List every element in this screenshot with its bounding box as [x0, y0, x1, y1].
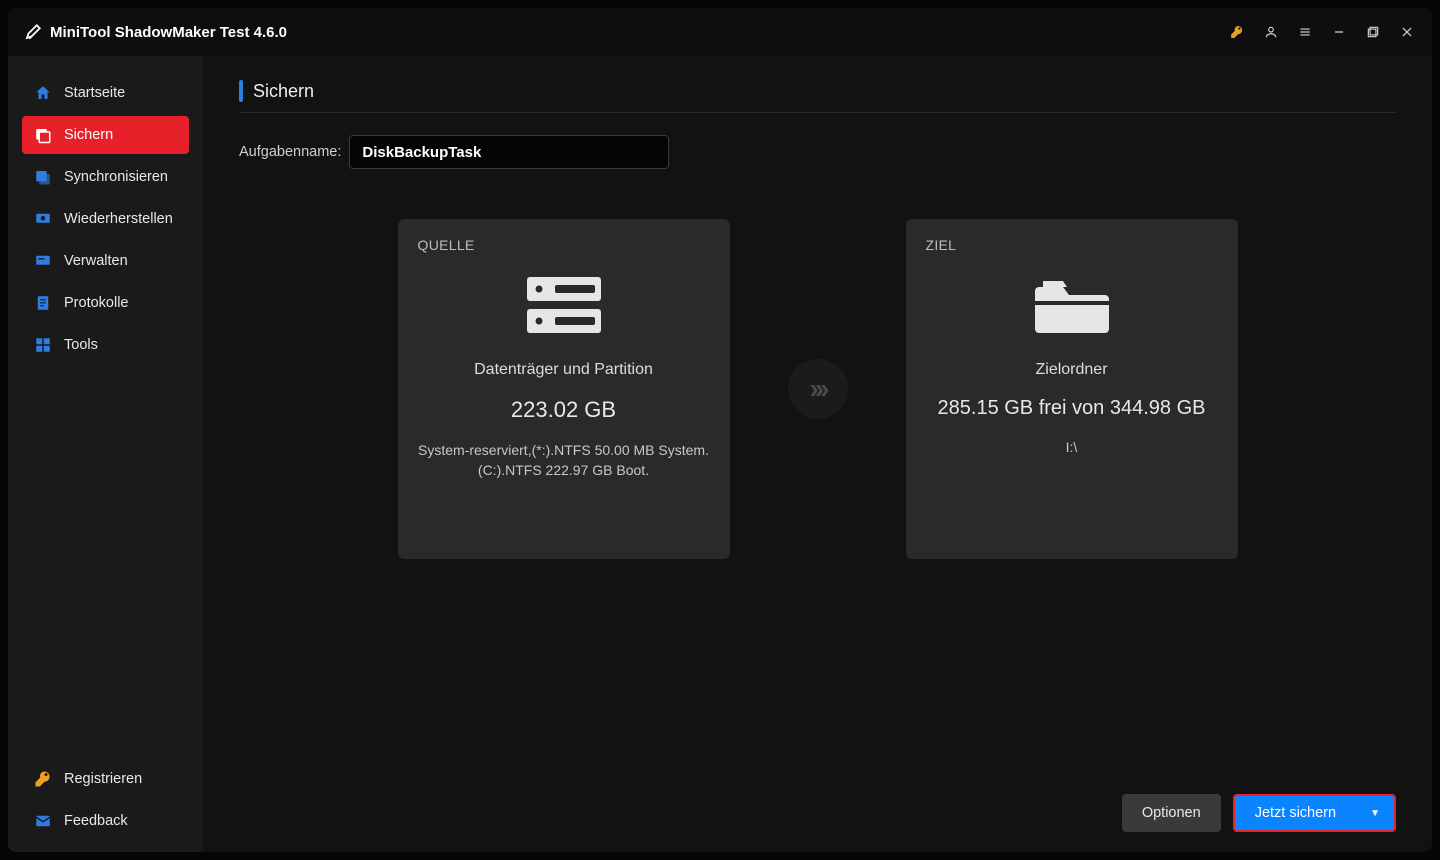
license-key-button[interactable] [1220, 15, 1254, 49]
dropdown-caret-icon: ▼ [1370, 808, 1380, 819]
destination-heading: Zielordner [1035, 361, 1107, 379]
sidebar-item-label: Protokolle [64, 295, 128, 311]
sidebar-register-label: Registrieren [64, 771, 142, 787]
taskname-input[interactable] [349, 135, 669, 169]
disk-icon [521, 271, 607, 341]
options-button[interactable]: Optionen [1122, 794, 1221, 832]
app-logo-icon [24, 23, 42, 41]
tools-icon [34, 336, 52, 354]
sidebar-item-label: Verwalten [64, 253, 128, 269]
logs-icon [34, 294, 52, 312]
source-size: 223.02 GB [511, 397, 616, 423]
folder-icon [1029, 271, 1115, 341]
sidebar-item-label: Synchronisieren [64, 169, 168, 185]
source-detail: System-reserviert,(*:).NTFS 50.00 MB Sys… [418, 441, 710, 480]
backup-now-label: Jetzt sichern [1255, 805, 1336, 821]
sidebar-feedback-label: Feedback [64, 813, 128, 829]
sidebar-item-restore[interactable]: Wiederherstellen [22, 200, 189, 238]
source-card[interactable]: QUELLE Datenträger und Partition 223.02 … [398, 219, 730, 559]
main-content: Sichern Aufgabenname: QUELLE [203, 56, 1432, 852]
sidebar-feedback[interactable]: Feedback [22, 802, 189, 840]
mail-icon [34, 812, 52, 830]
source-card-label: QUELLE [418, 237, 475, 253]
sidebar-item-label: Wiederherstellen [64, 211, 173, 227]
destination-card-label: ZIEL [926, 237, 957, 253]
taskname-label: Aufgabenname: [239, 144, 341, 160]
sidebar-item-logs[interactable]: Protokolle [22, 284, 189, 322]
backup-icon [34, 126, 52, 144]
key-icon [34, 770, 52, 788]
destination-path: I:\ [1066, 438, 1078, 458]
sidebar-item-backup[interactable]: Sichern [22, 116, 189, 154]
destination-card[interactable]: ZIEL Zielordner 285.15 GB frei von 344.9… [906, 219, 1238, 559]
app-title: MiniTool ShadowMaker Test 4.6.0 [50, 24, 287, 41]
sidebar-item-home[interactable]: Startseite [22, 74, 189, 112]
sidebar-item-sync[interactable]: Synchronisieren [22, 158, 189, 196]
options-button-label: Optionen [1142, 805, 1201, 821]
home-icon [34, 84, 52, 102]
restore-icon [34, 210, 52, 228]
sync-icon [34, 168, 52, 186]
sidebar-item-label: Startseite [64, 85, 125, 101]
close-button[interactable] [1390, 15, 1424, 49]
page-title: Sichern [253, 81, 314, 102]
destination-free: 285.15 GB frei von 344.98 GB [938, 397, 1206, 420]
manage-icon [34, 252, 52, 270]
menu-button[interactable] [1288, 15, 1322, 49]
sidebar-register[interactable]: Registrieren [22, 760, 189, 798]
account-button[interactable] [1254, 15, 1288, 49]
minimize-button[interactable] [1322, 15, 1356, 49]
sidebar-item-label: Sichern [64, 127, 113, 143]
titlebar: MiniTool ShadowMaker Test 4.6.0 [8, 8, 1432, 56]
sidebar-item-tools[interactable]: Tools [22, 326, 189, 364]
page-title-accent [239, 80, 243, 102]
sidebar-item-manage[interactable]: Verwalten [22, 242, 189, 280]
arrows-icon: ››› [788, 359, 848, 419]
sidebar-item-label: Tools [64, 337, 98, 353]
backup-now-button[interactable]: Jetzt sichern ▼ [1233, 794, 1396, 832]
maximize-button[interactable] [1356, 15, 1390, 49]
divider [239, 112, 1396, 113]
sidebar: Startseite Sichern Synchronisieren Wiede… [8, 56, 203, 852]
source-heading: Datenträger und Partition [474, 361, 653, 379]
